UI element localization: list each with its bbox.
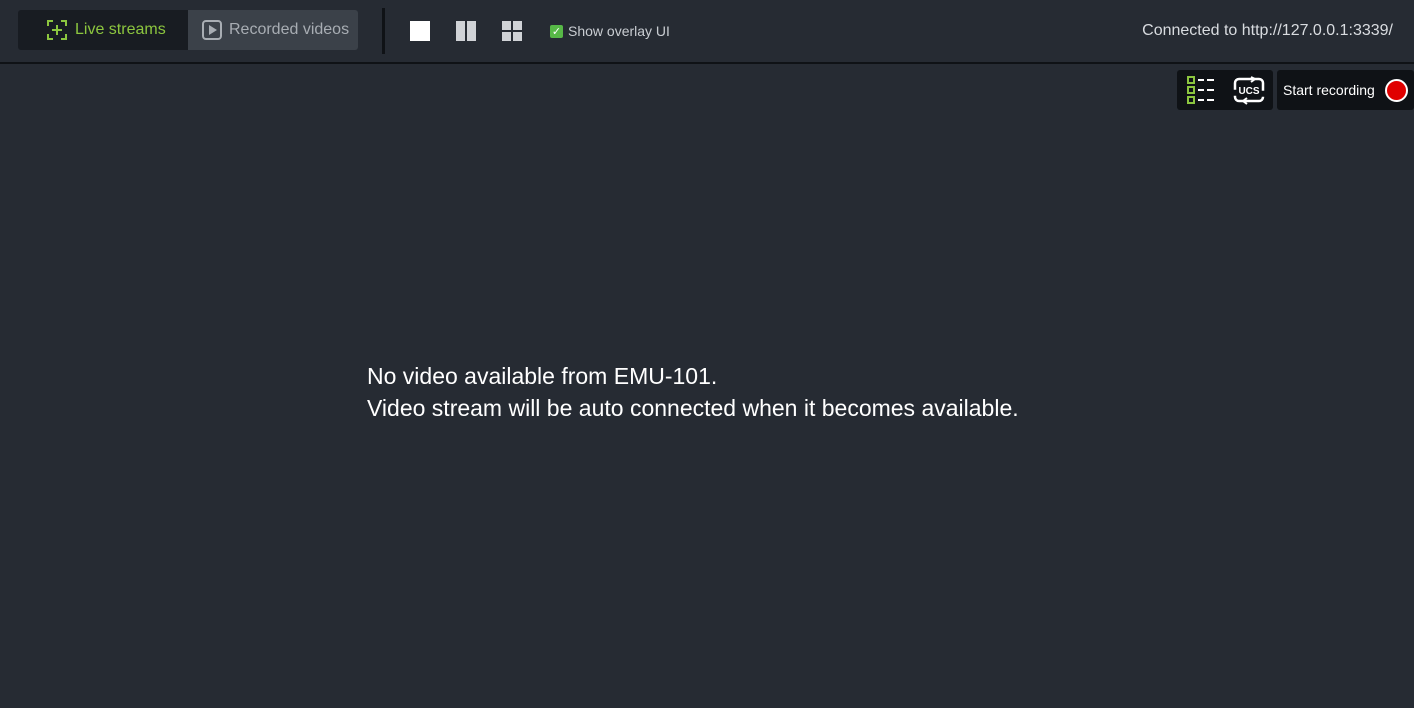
grid-view-icon [502,21,522,41]
tab-live-streams[interactable]: Live streams [18,10,188,50]
show-overlay-toggle[interactable]: ✓ Show overlay UI [550,23,670,39]
ucs-switch-button[interactable]: UCS [1225,70,1273,110]
no-video-message: No video available from EMU-101. Video s… [367,360,1019,424]
two-column-view-button[interactable] [455,20,477,42]
checklist-button[interactable] [1177,70,1225,110]
connection-status: Connected to http://127.0.0.1:3339/ [1142,22,1393,39]
ucs-icon-text: UCS [1238,86,1259,97]
overlay-checkbox[interactable]: ✓ [550,24,563,38]
no-video-line: No video available from EMU-101. [367,363,718,389]
live-stream-icon [47,20,67,40]
tab-recorded-videos-label: Recorded videos [229,21,350,38]
show-overlay-label: Show overlay UI [568,23,670,39]
stream-tools: UCS [1177,70,1273,110]
two-column-view-icon [456,21,476,41]
checklist-icon [1187,76,1214,104]
start-recording-label: Start recording [1283,82,1375,98]
ucs-switch-icon: UCS [1233,76,1265,105]
play-icon [202,20,222,40]
auto-connect-line: Video stream will be auto connected when… [367,395,1019,421]
record-icon [1385,79,1408,102]
toolbar-divider [382,8,385,54]
tab-live-streams-label: Live streams [75,21,166,38]
tab-recorded-videos[interactable]: Recorded videos [188,10,358,50]
start-recording-button[interactable]: Start recording [1277,70,1414,110]
single-view-icon [410,21,430,41]
top-toolbar: Live streams Recorded videos ✓ Show over… [0,0,1414,64]
grid-view-button[interactable] [501,20,523,42]
single-view-button[interactable] [409,20,431,42]
view-tabs: Live streams Recorded videos [18,10,358,50]
